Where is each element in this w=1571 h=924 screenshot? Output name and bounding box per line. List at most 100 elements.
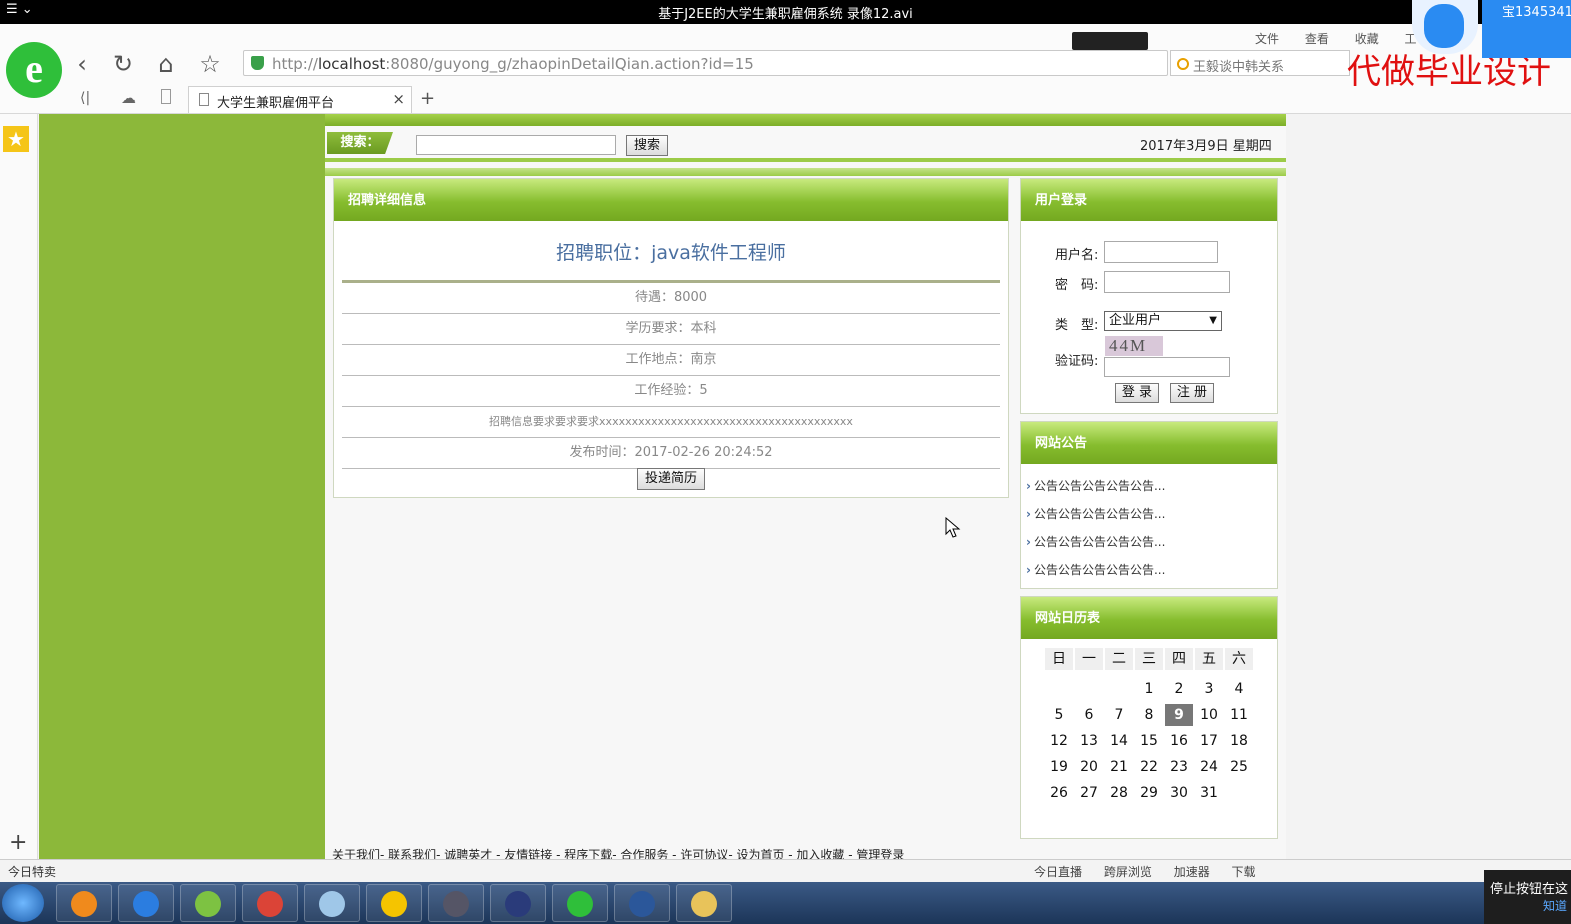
status-cross-screen[interactable]: 跨屏浏览 bbox=[1104, 865, 1152, 879]
calendar-day[interactable]: 23 bbox=[1165, 756, 1193, 778]
job-location: 工作地点：南京 bbox=[342, 345, 1000, 376]
calendar-weekday: 一 bbox=[1075, 648, 1103, 670]
calendar-day[interactable]: 8 bbox=[1135, 704, 1163, 726]
calendar-day[interactable]: 4 bbox=[1225, 678, 1253, 700]
calendar-day[interactable]: 14 bbox=[1105, 730, 1133, 752]
taskbar-eclipse-icon[interactable] bbox=[490, 884, 546, 922]
calendar-day[interactable]: 17 bbox=[1195, 730, 1223, 752]
chevron-down-icon: ▼ bbox=[1209, 315, 1217, 326]
user-type-select[interactable]: 企业用户 ▼ bbox=[1104, 311, 1222, 331]
taskbar-music-icon[interactable] bbox=[366, 884, 422, 922]
favorites-star-icon[interactable]: ★ bbox=[3, 126, 29, 152]
calendar-day[interactable]: 3 bbox=[1195, 678, 1223, 700]
calendar-day[interactable]: 5 bbox=[1045, 704, 1073, 726]
calendar-day[interactable]: 16 bbox=[1165, 730, 1193, 752]
login-title: 用户登录 bbox=[1021, 179, 1277, 221]
calendar-day[interactable]: 26 bbox=[1045, 782, 1073, 804]
notice-item[interactable]: 公告公告公告公告公告... bbox=[1026, 561, 1165, 578]
start-button-icon[interactable] bbox=[2, 884, 44, 922]
sidebar-toggle-icon[interactable]: ⟨| bbox=[80, 90, 90, 106]
calendar-day[interactable]: 18 bbox=[1225, 730, 1253, 752]
status-accelerator[interactable]: 加速器 bbox=[1174, 865, 1210, 879]
menu-file[interactable]: 文件 bbox=[1255, 32, 1279, 46]
calendar-day[interactable]: 24 bbox=[1195, 756, 1223, 778]
calendar-day[interactable]: 13 bbox=[1075, 730, 1103, 752]
calendar-day[interactable]: 19 bbox=[1045, 756, 1073, 778]
taskbar-word-icon[interactable] bbox=[614, 884, 670, 922]
username-input[interactable] bbox=[1104, 241, 1218, 263]
calendar-day[interactable]: 31 bbox=[1195, 782, 1223, 804]
browser-tab[interactable]: 大学生兼职雇佣平台 × bbox=[188, 86, 412, 113]
header-strip bbox=[325, 114, 1286, 126]
mascot-icon bbox=[1412, 0, 1478, 54]
calendar-day[interactable]: 20 bbox=[1075, 756, 1103, 778]
phone-icon[interactable] bbox=[161, 89, 171, 104]
site-search-input[interactable] bbox=[416, 135, 616, 155]
calendar-day[interactable]: 2 bbox=[1165, 678, 1193, 700]
apply-resume-button[interactable]: 投递简历 bbox=[637, 468, 705, 490]
calendar-day[interactable]: 22 bbox=[1135, 756, 1163, 778]
calendar-day[interactable]: 12 bbox=[1045, 730, 1073, 752]
taskbar-search-icon[interactable] bbox=[304, 884, 360, 922]
register-button[interactable]: 注 册 bbox=[1170, 383, 1214, 403]
calendar-day[interactable]: 25 bbox=[1225, 756, 1253, 778]
cloud-icon[interactable]: ☁ bbox=[121, 89, 136, 107]
calendar-day[interactable]: 30 bbox=[1165, 782, 1193, 804]
notice-item[interactable]: 公告公告公告公告公告... bbox=[1026, 505, 1165, 522]
calendar-weekday: 五 bbox=[1195, 648, 1223, 670]
calendar-today[interactable]: 9 bbox=[1165, 704, 1193, 726]
captcha-image[interactable]: 44M bbox=[1105, 336, 1163, 356]
calendar-day[interactable]: 28 bbox=[1105, 782, 1133, 804]
calendar-day[interactable]: 1 bbox=[1135, 678, 1163, 700]
job-salary: 待遇：8000 bbox=[342, 283, 1000, 314]
taskbar-browser-icon[interactable] bbox=[552, 884, 608, 922]
password-label: 密 码: bbox=[1055, 278, 1099, 293]
login-button[interactable]: 登 录 bbox=[1115, 383, 1159, 403]
current-date: 2017年3月9日 星期四 bbox=[1140, 139, 1272, 154]
calendar-day[interactable]: 11 bbox=[1225, 704, 1253, 726]
status-download[interactable]: 下载 bbox=[1232, 865, 1256, 879]
job-requirements: 招聘信息要求要求要求xxxxxxxxxxxxxxxxxxxxxxxxxxxxxx… bbox=[342, 407, 1000, 438]
taskbar-folder-icon[interactable] bbox=[676, 884, 732, 922]
player-title-bar: ☰ ⌄ 基于J2EE的大学生兼职雇佣系统 录像12.avi bbox=[0, 0, 1571, 24]
menu-view[interactable]: 查看 bbox=[1305, 32, 1329, 46]
browser-search-box[interactable]: 王毅谈中韩关系 bbox=[1170, 50, 1350, 76]
favorite-star-icon[interactable]: ☆ bbox=[196, 50, 224, 78]
home-icon[interactable]: ⌂ bbox=[152, 50, 180, 78]
calendar-day[interactable]: 27 bbox=[1075, 782, 1103, 804]
player-mini-controls[interactable] bbox=[1072, 32, 1148, 50]
calendar-weekday: 二 bbox=[1105, 648, 1133, 670]
captcha-input[interactable] bbox=[1104, 357, 1230, 377]
reload-icon[interactable]: ↻ bbox=[109, 50, 137, 78]
taskbar-app-icon[interactable] bbox=[180, 884, 236, 922]
password-input[interactable] bbox=[1104, 271, 1230, 293]
taskbar-photo-icon[interactable] bbox=[428, 884, 484, 922]
back-icon[interactable]: ‹ bbox=[68, 50, 96, 78]
taskbar-chrome-icon[interactable] bbox=[242, 884, 298, 922]
notice-item[interactable]: 公告公告公告公告公告... bbox=[1026, 477, 1165, 494]
username-label: 用户名: bbox=[1055, 248, 1099, 263]
stop-hint-link[interactable]: 知道 bbox=[1490, 897, 1571, 914]
calendar-day[interactable]: 29 bbox=[1135, 782, 1163, 804]
address-bar[interactable]: http://localhost:8080/guyong_g/zhaopinDe… bbox=[243, 50, 1168, 76]
calendar-day[interactable]: 10 bbox=[1195, 704, 1223, 726]
calendar-day[interactable]: 7 bbox=[1105, 704, 1133, 726]
add-sidebar-icon[interactable]: + bbox=[9, 830, 27, 855]
today-deals[interactable]: 今日特卖 bbox=[8, 863, 56, 880]
calendar-day[interactable]: 21 bbox=[1105, 756, 1133, 778]
calendar-day[interactable]: 6 bbox=[1075, 704, 1103, 726]
status-live[interactable]: 今日直播 bbox=[1034, 865, 1082, 879]
taskbar-media-player-icon[interactable] bbox=[56, 884, 112, 922]
close-tab-icon[interactable]: × bbox=[392, 90, 405, 108]
calendar-weekday: 六 bbox=[1225, 648, 1253, 670]
address-url: http://localhost:8080/guyong_g/zhaopinDe… bbox=[272, 55, 754, 73]
calendar-day[interactable]: 15 bbox=[1135, 730, 1163, 752]
notice-item[interactable]: 公告公告公告公告公告... bbox=[1026, 533, 1165, 550]
document-icon bbox=[199, 93, 209, 106]
new-tab-icon[interactable]: + bbox=[420, 88, 435, 109]
browser-status-bar: 今日特卖 今日直播 跨屏浏览 加速器 下载 bbox=[0, 859, 1571, 882]
taskbar-ie-icon[interactable] bbox=[118, 884, 174, 922]
site-search-button[interactable]: 搜索 bbox=[626, 135, 668, 156]
qq-popup[interactable]: 宝13453418 bbox=[1482, 0, 1571, 58]
browser-logo-icon[interactable]: e bbox=[6, 42, 62, 98]
